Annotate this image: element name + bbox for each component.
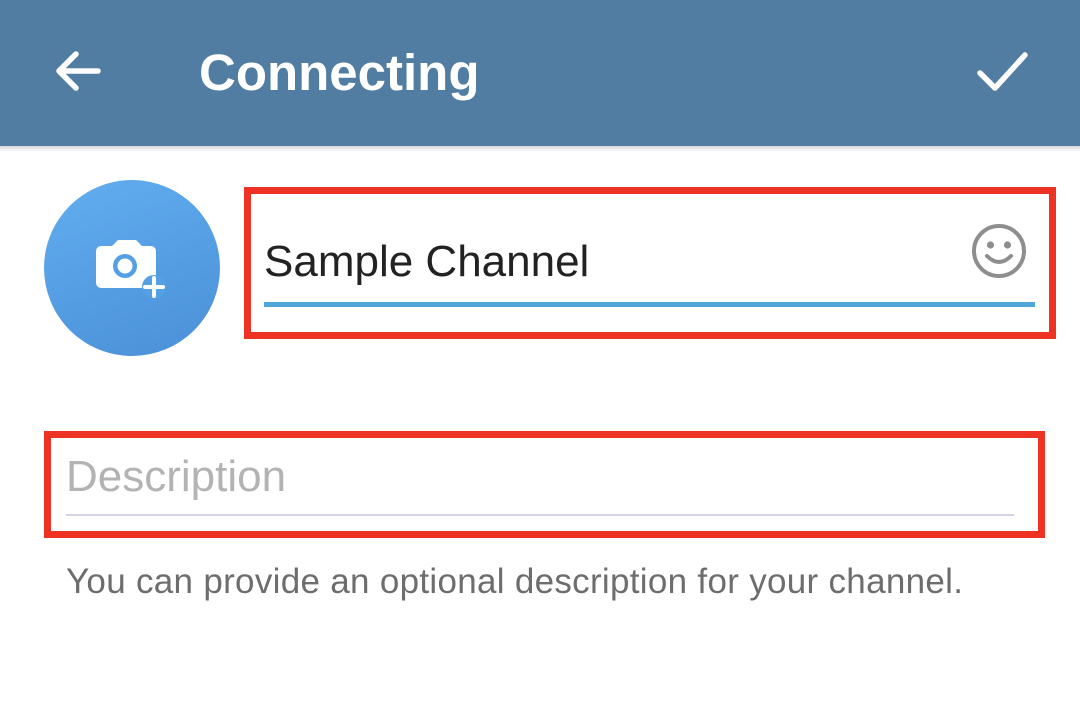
highlight-box-description — [44, 431, 1045, 538]
app-bar-shadow — [0, 146, 1080, 152]
camera-add-icon — [96, 240, 166, 299]
app-bar: Connecting — [0, 0, 1080, 146]
highlight-box-name — [244, 187, 1056, 339]
check-icon — [977, 52, 1028, 91]
arrow-left-icon — [56, 51, 101, 91]
back-button[interactable] — [40, 33, 116, 109]
page-title: Connecting — [199, 44, 480, 101]
channel-photo-button[interactable] — [44, 180, 220, 356]
done-button[interactable] — [964, 33, 1040, 109]
new-channel-screen: Connecting You can provide an optional d… — [0, 0, 1080, 728]
description-helper-text: You can provide an optional description … — [66, 562, 964, 601]
